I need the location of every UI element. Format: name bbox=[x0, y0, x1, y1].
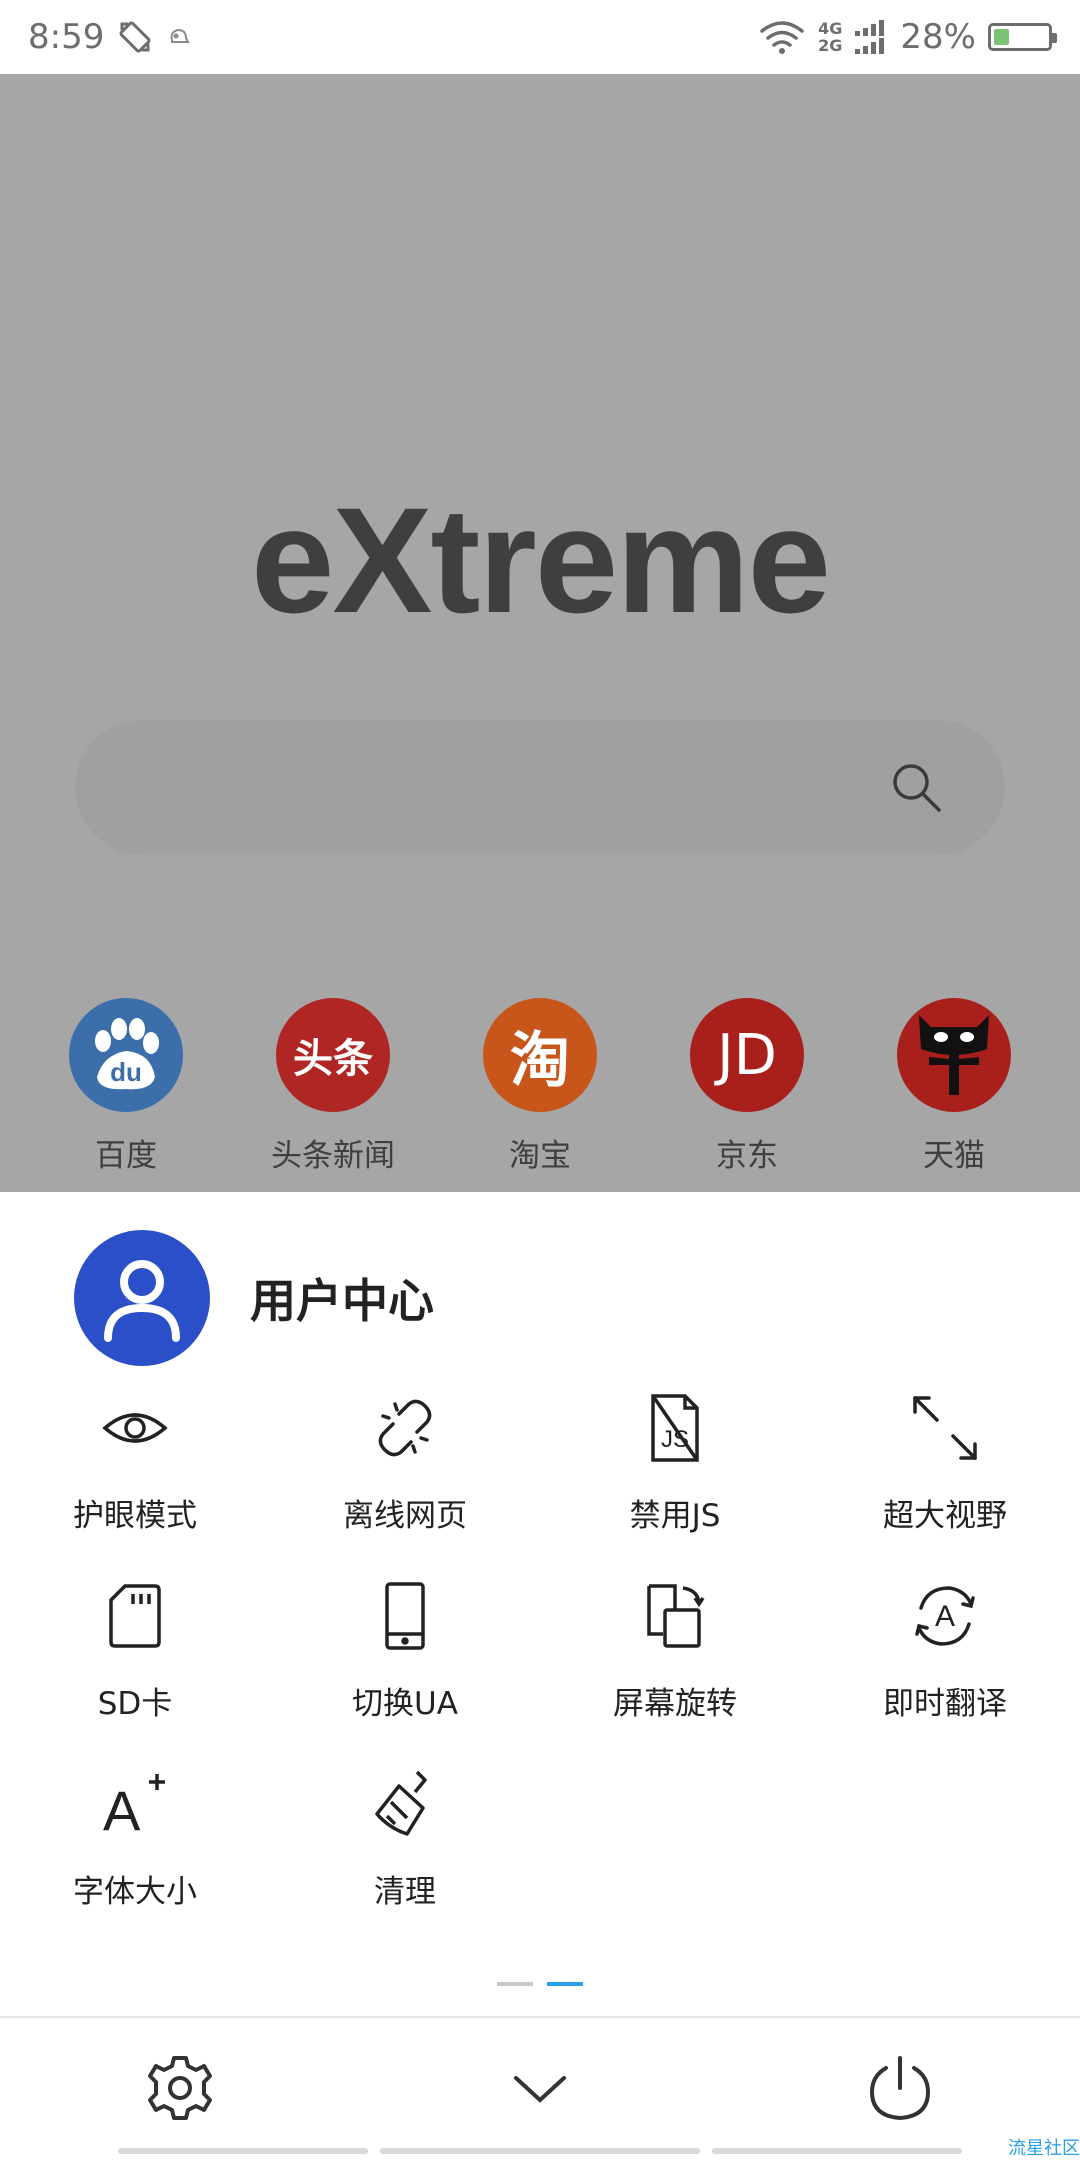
battery-icon bbox=[988, 23, 1057, 51]
shortcut-tmall[interactable]: 天猫 bbox=[854, 998, 1054, 1175]
avatar[interactable] bbox=[74, 1230, 210, 1366]
notification-icon bbox=[170, 28, 190, 43]
nav-indicator-2 bbox=[380, 2148, 700, 2154]
page-dot-1[interactable] bbox=[497, 1982, 533, 1986]
expand-icon bbox=[913, 1396, 977, 1460]
jd-icon: JD bbox=[690, 998, 804, 1112]
search-input[interactable] bbox=[75, 720, 1005, 855]
sd-card-icon bbox=[109, 1584, 161, 1648]
user-center-row[interactable]: 用户中心 bbox=[74, 1230, 434, 1366]
network-type: 4G 2G bbox=[818, 19, 843, 55]
phone-icon bbox=[385, 1582, 425, 1650]
search-icon[interactable] bbox=[889, 760, 945, 816]
menu-disable-js[interactable]: JS 禁用JS bbox=[540, 1392, 810, 1535]
font-size-icon: A bbox=[103, 1774, 165, 1842]
nav-indicator-1 bbox=[118, 2148, 368, 2154]
shortcut-baidu[interactable]: du 百度 bbox=[26, 998, 226, 1175]
app-logo: eXtreme bbox=[250, 476, 831, 644]
gear-icon bbox=[148, 2056, 212, 2120]
exit-button[interactable] bbox=[864, 2052, 936, 2124]
taobao-icon: 淘 bbox=[483, 998, 597, 1112]
menu-switch-ua[interactable]: 切换UA bbox=[270, 1580, 540, 1723]
page-indicator bbox=[0, 1982, 1080, 1986]
menu-translate[interactable]: A 即时翻译 bbox=[810, 1580, 1080, 1723]
translate-icon: A bbox=[915, 1586, 975, 1646]
menu-clean[interactable]: 清理 bbox=[270, 1768, 540, 1911]
shortcut-taobao[interactable]: 淘 淘宝 bbox=[440, 998, 640, 1175]
battery-percent: 28% bbox=[900, 17, 976, 57]
menu-sheet: 用户中心 护眼模式 离线网页 JS 禁用JS 超大视野 SD卡 切换UA 屏幕旋… bbox=[0, 1192, 1080, 2160]
svg-text:du: du bbox=[110, 1057, 142, 1087]
svg-text:JS: JS bbox=[661, 1426, 689, 1453]
tmall-icon bbox=[897, 998, 1011, 1112]
rotate-screen-icon bbox=[647, 1584, 705, 1648]
screen: 8:59 4G 2G 28% eXtreme du 百度 头条 头条新闻 淘 淘… bbox=[0, 0, 1080, 2160]
battery-fill bbox=[994, 29, 1009, 45]
rotation-lock-icon bbox=[119, 21, 151, 53]
menu-wide-view[interactable]: 超大视野 bbox=[810, 1392, 1080, 1535]
user-center-title: 用户中心 bbox=[250, 1274, 434, 1328]
eye-icon bbox=[102, 1413, 168, 1443]
menu-font-size[interactable]: A 字体大小 bbox=[0, 1768, 270, 1911]
corner-watermark: 流星社区 bbox=[1008, 2138, 1080, 2159]
svg-text:A: A bbox=[103, 1779, 141, 1840]
chevron-down-icon bbox=[514, 2076, 566, 2103]
status-bar: 8:59 4G 2G 28% bbox=[0, 0, 1080, 74]
page-dot-2[interactable] bbox=[547, 1982, 583, 1986]
menu-screen-rotate[interactable]: 屏幕旋转 bbox=[540, 1580, 810, 1723]
bottom-nav: 流星社区 bbox=[0, 2016, 1080, 2160]
shortcut-jd[interactable]: JD 京东 bbox=[647, 998, 847, 1175]
js-file-icon: JS bbox=[651, 1394, 699, 1462]
power-icon bbox=[869, 2056, 931, 2121]
collapse-menu-button[interactable] bbox=[504, 2052, 576, 2124]
broom-icon bbox=[375, 1770, 427, 1836]
menu-eye-care[interactable]: 护眼模式 bbox=[0, 1392, 270, 1535]
status-time: 8:59 bbox=[28, 17, 105, 57]
settings-button[interactable] bbox=[144, 2052, 216, 2124]
nav-indicator-3 bbox=[712, 2148, 962, 2154]
user-icon bbox=[104, 1260, 180, 1342]
baidu-icon: du bbox=[69, 998, 183, 1112]
wifi-icon bbox=[760, 21, 804, 54]
browser-home[interactable]: eXtreme du 百度 头条 头条新闻 淘 淘宝 JD 京东 天猫 bbox=[0, 74, 1080, 1192]
menu-offline-page[interactable]: 离线网页 bbox=[270, 1392, 540, 1535]
signal-icon bbox=[855, 20, 885, 54]
broken-link-icon bbox=[378, 1399, 432, 1457]
menu-sd-card[interactable]: SD卡 bbox=[0, 1580, 270, 1723]
toutiao-icon: 头条 bbox=[276, 998, 390, 1112]
shortcut-bar: du 百度 头条 头条新闻 淘 淘宝 JD 京东 天猫 bbox=[0, 998, 1080, 1174]
shortcut-toutiao[interactable]: 头条 头条新闻 bbox=[233, 998, 433, 1175]
svg-text:A: A bbox=[935, 1600, 955, 1633]
